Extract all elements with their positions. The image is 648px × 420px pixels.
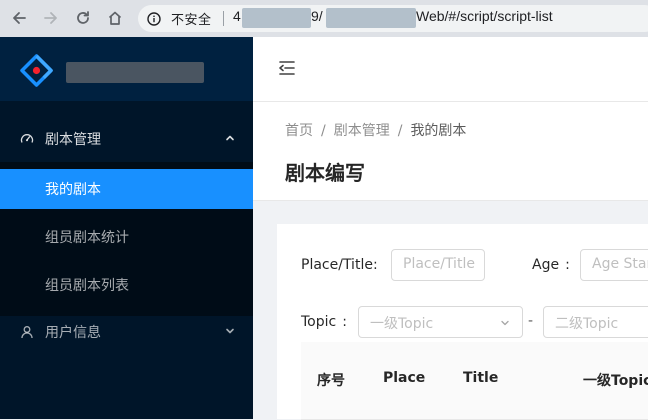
sidebar-item-label: 我的剧本 bbox=[45, 182, 101, 198]
chevron-down-icon bbox=[226, 328, 234, 334]
topic-label: Topic: bbox=[301, 314, 347, 330]
top-header bbox=[253, 37, 648, 102]
topic-level2-select[interactable]: 二级Topic bbox=[543, 306, 648, 338]
age-start-input[interactable]: Age Start bbox=[580, 249, 648, 281]
url-redacted-path bbox=[326, 8, 416, 28]
submenu-title-label: 用户信息 bbox=[45, 325, 101, 341]
breadcrumb-separator: / bbox=[397, 123, 403, 139]
place-title-label-text: Place/Title bbox=[301, 257, 373, 273]
security-label[interactable]: 不安全 bbox=[171, 9, 212, 28]
submenu-title-label: 剧本管理 bbox=[45, 132, 101, 148]
dashboard-icon bbox=[20, 134, 34, 143]
info-icon[interactable] bbox=[147, 11, 161, 26]
submenu-title-script-management[interactable]: 剧本管理 bbox=[0, 117, 253, 161]
page-header: 首页 / 剧本管理 / 我的剧本 剧本编写 bbox=[253, 102, 648, 201]
page-title: 剧本编写 bbox=[285, 161, 365, 185]
sidebar-item-member-script-stats[interactable]: 组员剧本统计 bbox=[0, 217, 253, 257]
url-divider bbox=[223, 11, 224, 26]
sidebar-item-label: 组员剧本列表 bbox=[45, 278, 129, 294]
age-label-text: Age bbox=[532, 257, 560, 273]
main-area: 首页 / 剧本管理 / 我的剧本 剧本编写 Place/Title: Place/Tit… bbox=[253, 37, 648, 420]
chevron-up-icon bbox=[226, 135, 234, 141]
topic-level1-placeholder: 一级Topic bbox=[370, 316, 434, 332]
topic-level1-select[interactable]: 一级Topic bbox=[358, 306, 523, 338]
breadcrumb-current: 我的剧本 bbox=[410, 123, 467, 139]
user-icon bbox=[21, 326, 33, 339]
column-header-topic-level1[interactable]: 一级Topic bbox=[583, 370, 648, 390]
breadcrumb-script-management[interactable]: 剧本管理 bbox=[334, 120, 390, 140]
submenu-title-user-info[interactable]: 用户信息 bbox=[0, 310, 253, 354]
url-suffix[interactable]: Web/#/script/script-list bbox=[416, 8, 553, 24]
label-colon: : bbox=[565, 257, 570, 273]
back-arrow-icon[interactable] bbox=[9, 8, 29, 28]
breadcrumb-home[interactable]: 首页 bbox=[285, 120, 313, 140]
label-colon: : bbox=[342, 314, 347, 330]
url-prefix[interactable]: 4 bbox=[233, 8, 241, 24]
age-label: Age: bbox=[532, 257, 570, 273]
breadcrumb: 首页 / 剧本管理 / 我的剧本 bbox=[285, 120, 466, 140]
chevron-down-icon bbox=[501, 320, 509, 326]
label-colon: : bbox=[372, 257, 378, 273]
sidebar: 剧本管理 我的剧本 组员剧本统计 组员剧本列表 用户信息 bbox=[0, 37, 253, 419]
browser-toolbar: 不安全 4 9/ Web/#/script/script-list bbox=[0, 0, 648, 37]
topic-label-text: Topic bbox=[301, 314, 337, 330]
content-card: Place/Title: Place/Title Age: Age Start … bbox=[277, 224, 648, 420]
place-title-label: Place/Title: bbox=[301, 257, 378, 273]
sidebar-item-my-scripts[interactable]: 我的剧本 bbox=[0, 169, 253, 209]
column-header-place[interactable]: Place bbox=[383, 370, 425, 386]
table-header-row: 序号 Place Title 一级Topic bbox=[301, 342, 648, 420]
url-redacted-host bbox=[242, 8, 311, 28]
reload-icon[interactable] bbox=[73, 8, 93, 28]
breadcrumb-separator: / bbox=[321, 123, 326, 139]
column-header-index[interactable]: 序号 bbox=[317, 370, 345, 390]
column-header-title[interactable]: Title bbox=[463, 370, 498, 386]
home-icon[interactable] bbox=[105, 8, 125, 28]
logo-area[interactable] bbox=[0, 37, 253, 101]
place-title-input[interactable]: Place/Title bbox=[391, 249, 485, 281]
sidebar-item-label: 组员剧本统计 bbox=[45, 230, 129, 246]
app-title-redacted bbox=[66, 62, 204, 83]
url-mid[interactable]: 9/ bbox=[311, 8, 323, 24]
menu-fold-icon[interactable] bbox=[277, 58, 297, 78]
forward-arrow-icon[interactable] bbox=[41, 8, 61, 28]
logo-icon bbox=[20, 54, 53, 87]
sidebar-item-member-script-list[interactable]: 组员剧本列表 bbox=[0, 265, 253, 305]
topic-range-separator: - bbox=[528, 313, 534, 329]
